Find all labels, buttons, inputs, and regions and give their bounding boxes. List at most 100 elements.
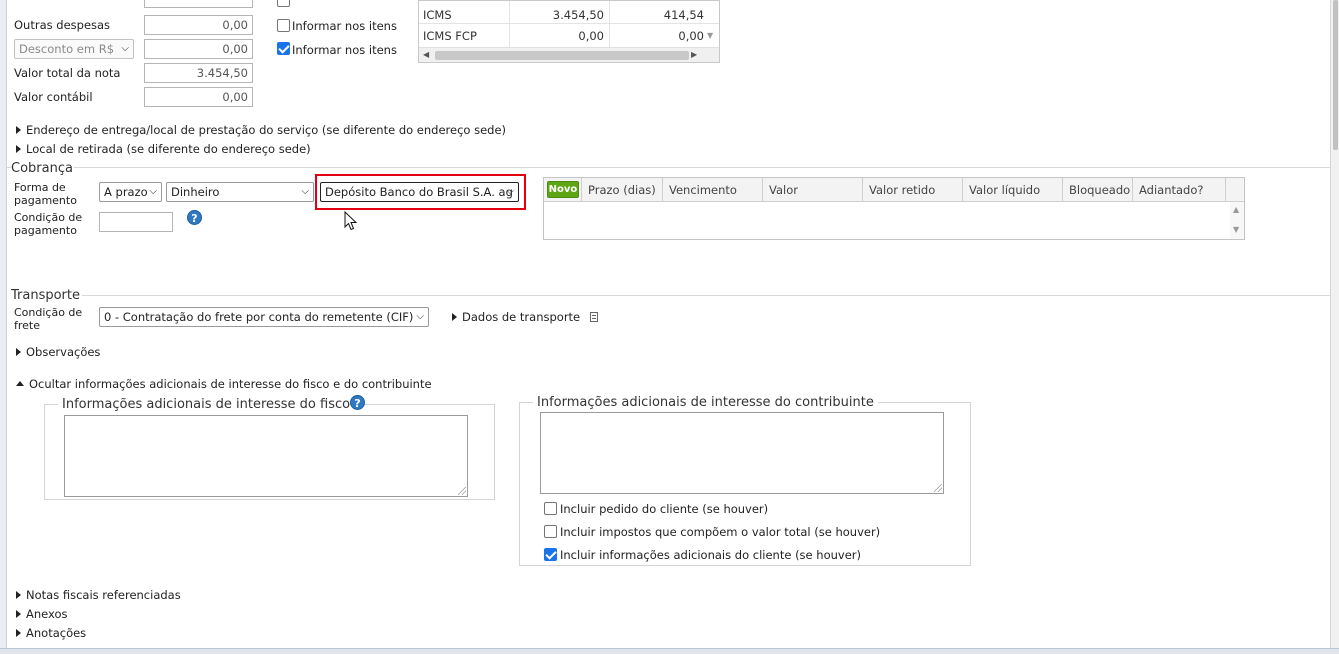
dados-transporte-label: Dados de transporte: [462, 310, 581, 324]
window-left-border: [0, 0, 7, 654]
expand-arrow-icon: [16, 610, 21, 618]
observacoes-label: Observações: [26, 345, 101, 359]
parcelas-grid: Novo Prazo (dias) Vencimento Valor Valor…: [543, 177, 1245, 240]
valor-contabil-label: Valor contábil: [14, 90, 93, 104]
valor-contabil-input[interactable]: 0,00: [144, 87, 253, 107]
desconto-input[interactable]: 0,00: [144, 39, 253, 59]
incluir-pedido-label: Incluir pedido do cliente (se houver): [560, 502, 769, 516]
observacoes-expander[interactable]: Observações: [16, 345, 100, 359]
informar-itens-label-2: Informar nos itens: [292, 43, 397, 57]
anotacoes-expander[interactable]: Anotações: [16, 626, 86, 640]
grid-header: Novo Prazo (dias) Vencimento Valor Valor…: [544, 178, 1244, 202]
expand-arrow-icon: [16, 591, 21, 599]
help-icon[interactable]: ?: [350, 395, 365, 410]
condicao-pagamento-input[interactable]: [99, 212, 173, 232]
forma-pagamento-line2: pagamento: [14, 194, 77, 207]
prazo-select[interactable]: A prazo ⌵: [99, 182, 162, 202]
outras-despesas-label: Outras despesas: [14, 18, 111, 32]
outras-despesas-input[interactable]: 0,00: [144, 15, 253, 35]
condicao-frete-value: 0 - Contratação do frete por conta do re…: [104, 310, 414, 324]
table-row[interactable]: ICMS FCP 0,00 0,00: [419, 25, 719, 48]
meio-pagamento-select[interactable]: Dinheiro ⌵: [166, 182, 314, 202]
desconto-type-select[interactable]: Desconto em R$ ⌵: [14, 39, 134, 59]
scroll-down-icon[interactable]: ▼: [1233, 225, 1239, 234]
condicao-frete-line1: Condição de: [14, 306, 83, 319]
cut-off-value-input[interactable]: [144, 0, 253, 8]
incluir-impostos-checkbox[interactable]: [544, 525, 557, 538]
desconto-type-value: Desconto em R$: [19, 42, 115, 56]
cut-off-checkbox[interactable]: [277, 0, 290, 7]
grid-col-vencimento[interactable]: Vencimento: [663, 178, 763, 202]
resize-grip-icon[interactable]: [458, 487, 466, 495]
prazo-select-value: A prazo: [104, 185, 148, 199]
chevron-down-icon: ⌵: [149, 186, 157, 197]
grid-col-valor[interactable]: Valor: [763, 178, 863, 202]
scrollbar-thumb[interactable]: [435, 51, 689, 60]
fisco-legend-text: Informações adicionais de interesse do f…: [62, 397, 351, 412]
grid-col-bloqueado[interactable]: Bloqueado: [1063, 178, 1133, 202]
fisco-legend: Informações adicionais de interesse do f…: [58, 397, 355, 412]
incluir-pedido-checkbox[interactable]: [544, 502, 557, 515]
endereco-entrega-label: Endereço de entrega/local de prestação d…: [26, 123, 507, 137]
notas-referenciadas-label: Notas fiscais referenciadas: [26, 588, 181, 602]
vertical-scrollbar[interactable]: [1330, 0, 1339, 654]
info-adicionais-toggle[interactable]: Ocultar informações adicionais de intere…: [16, 377, 432, 391]
anexos-expander[interactable]: Anexos: [16, 607, 68, 621]
condicao-pagamento-line2: pagamento: [14, 224, 77, 237]
taxes-table: ICMS 3.454,50 414,54 ICMS FCP 0,00 0,00 …: [418, 0, 720, 63]
chevron-down-icon: ⌵: [301, 186, 309, 197]
expand-arrow-icon: [16, 145, 21, 153]
scroll-down-icon[interactable]: ▼: [707, 31, 713, 40]
table-row[interactable]: ICMS 3.454,50 414,54: [419, 1, 719, 24]
section-divider: [74, 167, 1330, 168]
column-divider: [509, 1, 510, 47]
forma-pagamento-label: Forma de pagamento: [14, 181, 77, 207]
forma-pagamento-line1: Forma de: [14, 181, 66, 194]
local-retirada-expander[interactable]: Local de retirada (se diferente do ender…: [16, 142, 311, 156]
help-icon[interactable]: ?: [187, 210, 202, 225]
resize-grip-icon[interactable]: [934, 484, 942, 492]
scroll-right-icon[interactable]: ▶: [691, 50, 697, 59]
horizontal-scrollbar[interactable]: ◀ ▶: [419, 47, 719, 62]
scroll-left-icon[interactable]: ◀: [423, 50, 429, 59]
section-divider: [82, 295, 1330, 296]
meio-pagamento-value: Dinheiro: [171, 185, 220, 199]
dados-transporte-expander[interactable]: Dados de transporte: [452, 310, 598, 324]
contribuinte-textarea[interactable]: [540, 412, 944, 494]
scrollbar-thumb[interactable]: [1333, 0, 1338, 150]
anexos-label: Anexos: [26, 607, 68, 621]
condicao-frete-select[interactable]: 0 - Contratação do frete por conta do re…: [99, 307, 429, 327]
incluir-info-cliente-checkbox[interactable]: [544, 548, 557, 561]
expand-arrow-icon: [452, 313, 457, 321]
valor-total-nota-input[interactable]: 3.454,50: [144, 63, 253, 83]
grid-col-valor-liquido[interactable]: Valor líquido: [963, 178, 1063, 202]
column-divider: [609, 1, 610, 47]
grid-col-valor-retido[interactable]: Valor retido: [863, 178, 963, 202]
endereco-entrega-expander[interactable]: Endereço de entrega/local de prestação d…: [16, 123, 506, 137]
scroll-up-icon[interactable]: ▲: [1233, 205, 1239, 214]
highlight-box: [315, 174, 526, 210]
mouse-cursor-icon: [344, 211, 358, 231]
valor-total-nota-label: Valor total da nota: [14, 66, 121, 80]
tax-name: ICMS: [423, 8, 452, 22]
chevron-down-icon: ⌵: [416, 311, 424, 322]
tax-value: 0,00: [678, 29, 704, 43]
anotacoes-label: Anotações: [26, 626, 87, 640]
informar-itens-label-1: Informar nos itens: [292, 19, 397, 33]
cobranca-title: Cobrança: [11, 161, 73, 176]
fisco-textarea[interactable]: [64, 415, 468, 497]
condicao-pagamento-label: Condição de pagamento: [14, 211, 82, 237]
grid-col-adiantado[interactable]: Adiantado?: [1133, 178, 1226, 202]
expand-arrow-icon: [16, 126, 21, 134]
grid-vertical-scrollbar[interactable]: ▲ ▼: [1230, 202, 1244, 239]
notas-referenciadas-expander[interactable]: Notas fiscais referenciadas: [16, 588, 181, 602]
informar-itens-checkbox-2[interactable]: [277, 42, 290, 55]
informar-itens-checkbox-1[interactable]: [277, 19, 290, 32]
grid-col-prazo[interactable]: Prazo (dias): [582, 178, 663, 202]
novo-button[interactable]: Novo: [547, 181, 579, 198]
tax-name: ICMS FCP: [423, 29, 477, 43]
transporte-title: Transporte: [11, 288, 80, 303]
expand-arrow-icon: [16, 629, 21, 637]
contribuinte-legend: Informações adicionais de interesse do c…: [533, 395, 878, 410]
tax-base: 3.454,50: [552, 8, 604, 22]
